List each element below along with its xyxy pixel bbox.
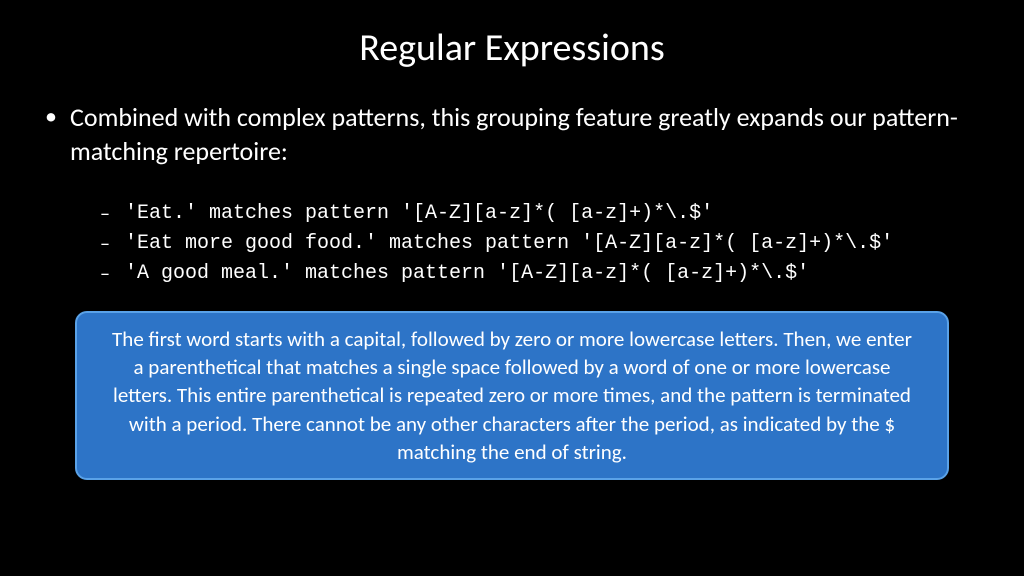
example-item: 'Eat more good food.' matches pattern '[…: [100, 229, 984, 259]
example-list: 'Eat.' matches pattern '[A-Z][a-z]*( [a-…: [40, 199, 984, 289]
main-bullet-text: Combined with complex patterns, this gro…: [40, 101, 984, 169]
explanation-callout: The first word starts with a capital, fo…: [75, 311, 949, 481]
example-item: 'Eat.' matches pattern '[A-Z][a-z]*( [a-…: [100, 199, 984, 229]
example-item: 'A good meal.' matches pattern '[A-Z][a-…: [100, 259, 984, 289]
slide-title: Regular Expressions: [40, 25, 984, 71]
slide-container: Regular Expressions Combined with comple…: [0, 0, 1024, 576]
